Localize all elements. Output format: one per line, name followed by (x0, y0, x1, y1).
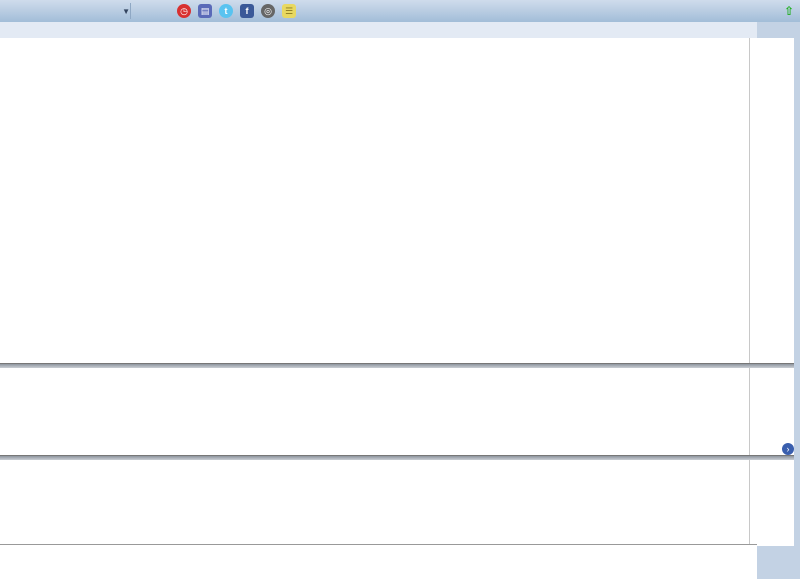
camera-icon[interactable]: ◎ (261, 4, 275, 18)
toolbar: ▼ ◷ ▤ t f ◎ ☰ ⇧ (0, 0, 800, 22)
facebook-icon[interactable]: f (240, 4, 254, 18)
window-edge (794, 22, 800, 578)
alert-clock-icon[interactable]: ◷ (177, 4, 191, 18)
notes-icon[interactable]: ☰ (282, 4, 296, 18)
charting-app-window: { "toolbar": { "symbol": "TLT", "add_ind… (0, 0, 800, 578)
price-axis (749, 38, 795, 363)
price-chart-plot[interactable] (0, 38, 748, 363)
chevron-down-icon: ▼ (122, 7, 130, 16)
subtitle-bar (0, 22, 757, 38)
toolbar-icons: ◷ ▤ t f ◎ ☰ (177, 4, 296, 18)
corner-filler (757, 546, 794, 578)
date-axis (0, 544, 757, 579)
quotes-cube-icon[interactable]: ▤ (198, 4, 212, 18)
scroll-right-button[interactable]: › (782, 443, 794, 455)
timeframe-dropdown[interactable]: ▼ (34, 7, 130, 16)
macd-axis: › (749, 368, 795, 455)
cci-axis (749, 460, 795, 544)
price-change-badge: ⇧ (784, 4, 796, 18)
cci-plot[interactable] (0, 460, 748, 544)
macd-plot[interactable] (0, 368, 748, 455)
up-arrow-icon: ⇧ (784, 4, 794, 18)
twitter-icon[interactable]: t (219, 4, 233, 18)
